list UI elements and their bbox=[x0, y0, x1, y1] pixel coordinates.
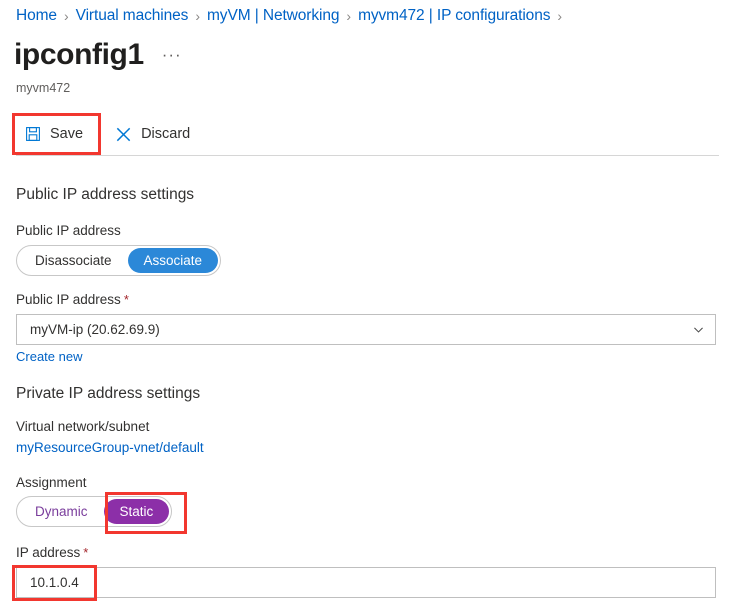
page-header: ipconfig1 ··· bbox=[14, 40, 182, 70]
breadcrumb: Home › Virtual machines › myVM | Network… bbox=[16, 7, 569, 25]
close-x-icon bbox=[115, 126, 132, 143]
save-button[interactable]: Save bbox=[14, 114, 93, 154]
save-button-label: Save bbox=[50, 126, 83, 142]
floppy-disk-icon bbox=[24, 126, 41, 143]
breadcrumb-separator-icon: › bbox=[64, 8, 69, 24]
breadcrumb-item-virtual-machines[interactable]: Virtual machines bbox=[76, 7, 189, 25]
public-ip-settings-heading: Public IP address settings bbox=[16, 186, 194, 204]
public-ip-toggle-label: Public IP address bbox=[16, 223, 121, 238]
public-ip-association-toggle[interactable]: Disassociate Associate bbox=[16, 245, 221, 276]
public-ip-select-label-text: Public IP address bbox=[16, 292, 121, 307]
public-ip-select-label: Public IP address* bbox=[16, 292, 129, 307]
page-subtitle: myvm472 bbox=[16, 81, 70, 95]
breadcrumb-separator-icon: › bbox=[557, 8, 562, 24]
toolbar-divider bbox=[16, 155, 719, 156]
breadcrumb-separator-icon: › bbox=[346, 8, 351, 24]
ip-address-label-text: IP address bbox=[16, 545, 80, 560]
discard-button-label: Discard bbox=[141, 126, 190, 142]
private-ip-settings-heading: Private IP address settings bbox=[16, 385, 200, 403]
virtual-network-subnet-label: Virtual network/subnet bbox=[16, 419, 149, 434]
toggle-option-static[interactable]: Static bbox=[104, 499, 170, 524]
chevron-down-icon bbox=[692, 323, 705, 336]
ip-address-input[interactable] bbox=[16, 567, 716, 598]
toggle-option-disassociate[interactable]: Disassociate bbox=[19, 248, 128, 273]
required-marker: * bbox=[124, 292, 129, 307]
required-marker: * bbox=[83, 545, 88, 560]
breadcrumb-item-myvm-networking[interactable]: myVM | Networking bbox=[207, 7, 339, 25]
toggle-option-dynamic[interactable]: Dynamic bbox=[19, 499, 104, 524]
breadcrumb-item-ip-configurations[interactable]: myvm472 | IP configurations bbox=[358, 7, 550, 25]
discard-button[interactable]: Discard bbox=[105, 114, 200, 154]
ip-address-label: IP address* bbox=[16, 545, 88, 560]
page-title: ipconfig1 bbox=[14, 40, 144, 70]
breadcrumb-separator-icon: › bbox=[195, 8, 200, 24]
assignment-label: Assignment bbox=[16, 475, 87, 490]
virtual-network-subnet-link[interactable]: myResourceGroup-vnet/default bbox=[16, 440, 204, 455]
more-options-icon[interactable]: ··· bbox=[162, 45, 182, 65]
public-ip-select-value: myVM-ip (20.62.69.9) bbox=[30, 322, 692, 337]
command-bar: Save Discard bbox=[14, 114, 200, 154]
breadcrumb-item-home[interactable]: Home bbox=[16, 7, 57, 25]
create-new-public-ip-link[interactable]: Create new bbox=[16, 349, 82, 364]
toggle-option-associate[interactable]: Associate bbox=[128, 248, 219, 273]
assignment-toggle[interactable]: Dynamic Static bbox=[16, 496, 172, 527]
public-ip-select[interactable]: myVM-ip (20.62.69.9) bbox=[16, 314, 716, 345]
